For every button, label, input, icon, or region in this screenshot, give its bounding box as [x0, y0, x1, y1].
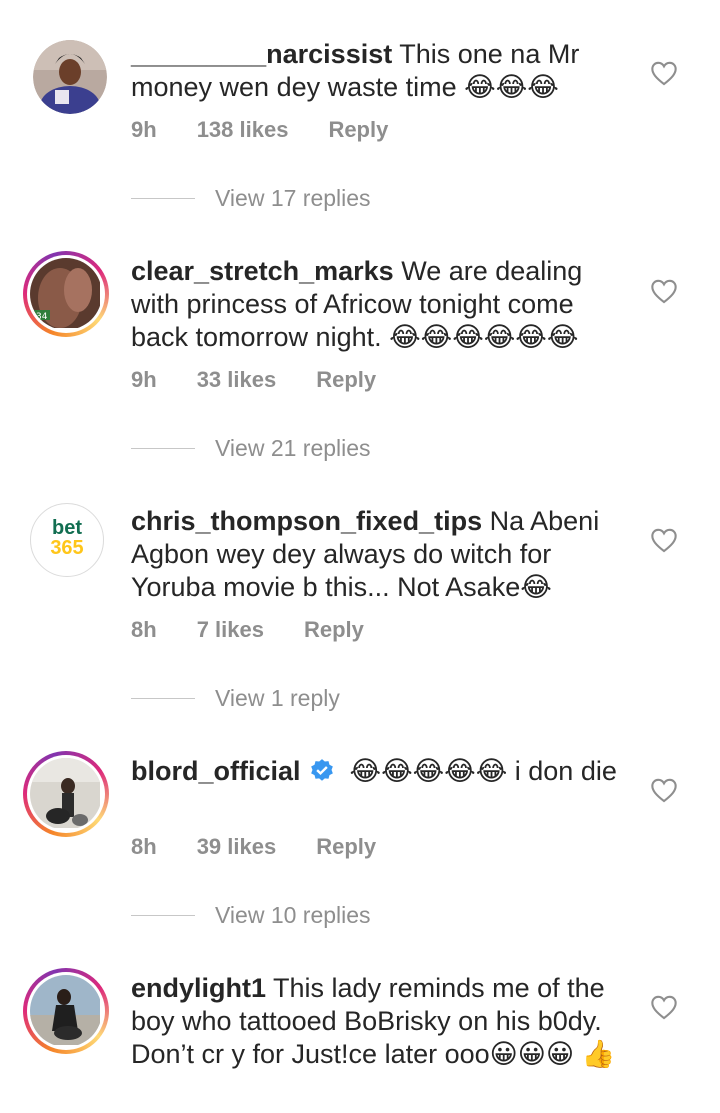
divider-line — [131, 197, 195, 200]
heart-icon[interactable] — [650, 527, 678, 553]
timestamp: 9h — [131, 117, 157, 142]
timestamp: 9h — [131, 367, 157, 392]
comment-text: _________narcissist This one na Mr money… — [131, 38, 631, 104]
username[interactable]: blord_official — [131, 756, 301, 786]
avatar[interactable]: 34 — [23, 251, 109, 337]
likes-count[interactable]: 33 likes — [197, 367, 277, 393]
username[interactable]: _________narcissist — [131, 39, 392, 69]
comment-text: chris_thompson_fixed_tips Na Abeni Agbon… — [131, 505, 631, 604]
likes-count[interactable]: 138 likes — [197, 117, 289, 143]
verified-badge-icon — [310, 759, 333, 781]
comment-meta: 8h 39 likes Reply — [131, 834, 416, 860]
comment-meta: 8h 7 likes Reply — [131, 617, 404, 643]
avatar[interactable]: bet 365 — [30, 503, 104, 577]
view-replies-button[interactable]: View 17 replies — [131, 185, 371, 212]
view-replies-label: View 10 replies — [215, 902, 371, 928]
timestamp: 8h — [131, 617, 157, 642]
comment-text: blord_official 😂😂😂😂😂 i don die — [131, 755, 631, 788]
logo-text-bottom: 365 — [50, 537, 84, 559]
heart-icon[interactable] — [650, 278, 678, 304]
avatar-image — [30, 975, 100, 1045]
likes-count[interactable]: 7 likes — [197, 617, 264, 643]
svg-text:34: 34 — [36, 312, 48, 322]
comment-text: clear_stretch_marks We are dealing with … — [131, 255, 631, 354]
likes-count[interactable]: 39 likes — [197, 834, 277, 860]
avatar-image — [33, 40, 107, 114]
view-replies-label: View 21 replies — [215, 435, 371, 461]
divider-line — [131, 447, 195, 450]
view-replies-button[interactable]: View 10 replies — [131, 902, 371, 929]
heart-icon[interactable] — [650, 60, 678, 86]
reply-button[interactable]: Reply — [304, 617, 364, 643]
heart-icon[interactable] — [650, 994, 678, 1020]
comment-meta: 9h 138 likes Reply — [131, 117, 428, 143]
view-replies-label: View 1 reply — [215, 685, 340, 711]
reply-button[interactable]: Reply — [328, 117, 388, 143]
logo-text-top: bet — [52, 517, 82, 539]
view-replies-label: View 17 replies — [215, 185, 371, 211]
view-replies-button[interactable]: View 21 replies — [131, 435, 371, 462]
comment-meta: 9h 33 likes Reply — [131, 367, 416, 393]
avatar-image — [30, 758, 100, 828]
comment-body: 😂😂😂😂😂 i don die — [349, 756, 617, 786]
username[interactable]: chris_thompson_fixed_tips — [131, 506, 482, 536]
username[interactable]: endylight1 — [131, 973, 266, 1003]
heart-icon[interactable] — [650, 777, 678, 803]
username[interactable]: clear_stretch_marks — [131, 256, 394, 286]
avatar[interactable] — [23, 968, 109, 1054]
reply-button[interactable]: Reply — [316, 367, 376, 393]
reply-button[interactable]: Reply — [316, 834, 376, 860]
avatar[interactable] — [23, 751, 109, 837]
bet365-logo: bet 365 — [31, 504, 103, 558]
avatar[interactable] — [33, 40, 107, 114]
divider-line — [131, 697, 195, 700]
view-replies-button[interactable]: View 1 reply — [131, 685, 340, 712]
timestamp: 8h — [131, 834, 157, 859]
comment-text: endylight1 This lady reminds me of the b… — [131, 972, 631, 1071]
divider-line — [131, 914, 195, 917]
avatar-image: 34 — [30, 258, 100, 328]
